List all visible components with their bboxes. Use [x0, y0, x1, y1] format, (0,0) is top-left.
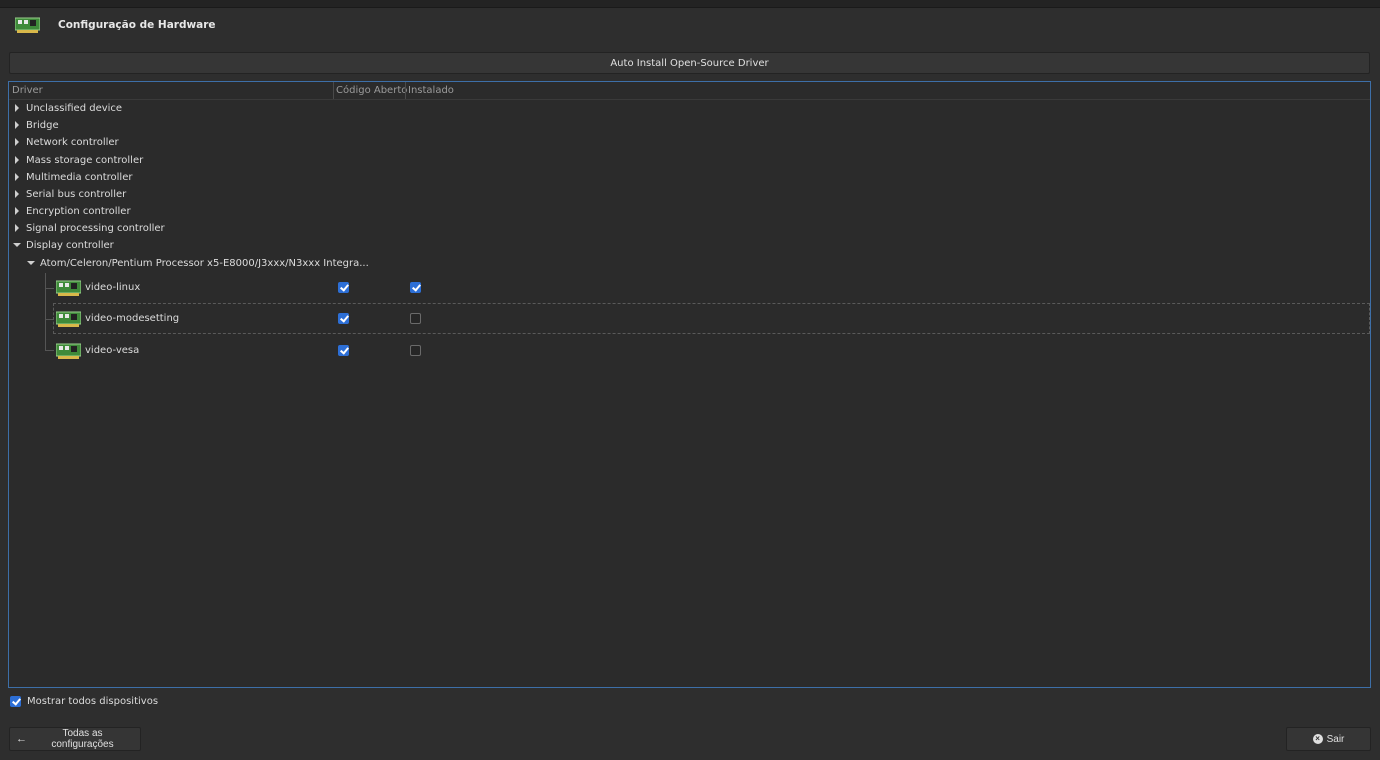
expand-arrow-icon[interactable]: [15, 104, 19, 112]
pci-card-icon: [56, 343, 81, 359]
expand-arrow-icon[interactable]: [15, 173, 19, 181]
category-label: Display controller: [26, 240, 114, 251]
close-circle-icon: ×: [1312, 734, 1323, 744]
pci-card-icon: [56, 311, 81, 327]
tree-row-display-controller[interactable]: Display controller: [9, 237, 1370, 254]
quit-button[interactable]: × Sair: [1286, 727, 1371, 751]
tree-row-mass-storage-controller[interactable]: Mass storage controller: [9, 152, 1370, 169]
tree-row-network-controller[interactable]: Network controller: [9, 134, 1370, 151]
expand-arrow-icon[interactable]: [15, 121, 19, 129]
arrow-left-icon: ←: [16, 733, 27, 745]
tree-row-unclassified-device[interactable]: Unclassified device: [9, 100, 1370, 117]
category-label: Multimedia controller: [26, 172, 133, 183]
category-label: Encryption controller: [26, 206, 131, 217]
page-title: Configuração de Hardware: [58, 19, 216, 31]
driver-name: video-modesetting: [85, 313, 180, 324]
tree-row-serial-bus-controller[interactable]: Serial bus controller: [9, 186, 1370, 203]
driver-row-video-modesetting[interactable]: video-modesetting: [53, 303, 1370, 334]
open-source-checkbox[interactable]: [338, 313, 349, 324]
driver-name: video-vesa: [85, 345, 140, 356]
category-label: Mass storage controller: [26, 155, 144, 166]
pci-card-icon: [15, 17, 40, 33]
all-settings-label: Todas as configurações: [51, 728, 114, 750]
driver-name: video-linux: [85, 282, 141, 293]
category-label: Network controller: [26, 137, 119, 148]
category-label: Unclassified device: [26, 103, 123, 114]
installed-checkbox[interactable]: [410, 313, 421, 324]
tree-header: Driver Código Aberto Instalado: [9, 82, 1370, 100]
driver-row-video-linux[interactable]: video-linux: [9, 272, 1370, 303]
header: Configuração de Hardware: [0, 8, 1380, 44]
show-all-devices-label[interactable]: Mostrar todos dispositivos: [27, 695, 158, 709]
collapse-arrow-icon[interactable]: [27, 261, 35, 265]
open-source-checkbox[interactable]: [338, 345, 349, 356]
pci-card-icon: [56, 280, 81, 296]
column-header-driver[interactable]: Driver: [12, 82, 43, 99]
expand-arrow-icon[interactable]: [15, 190, 19, 198]
tree-row-multimedia-controller[interactable]: Multimedia controller: [9, 169, 1370, 186]
installed-checkbox[interactable]: [410, 282, 421, 293]
driver-tree[interactable]: Driver Código Aberto Instalado Unclassif…: [8, 81, 1371, 688]
quit-label: Sair: [1326, 733, 1345, 745]
column-header-installed[interactable]: Instalado: [405, 82, 454, 99]
expand-arrow-icon[interactable]: [15, 207, 19, 215]
category-label: Bridge: [26, 120, 59, 131]
tree-row-device[interactable]: Atom/Celeron/Pentium Processor x5-E8000/…: [9, 255, 1370, 272]
window-titlebar: [0, 0, 1380, 8]
expand-arrow-icon[interactable]: [15, 138, 19, 146]
tree-row-signal-processing-controller[interactable]: Signal processing controller: [9, 220, 1370, 237]
category-label: Serial bus controller: [26, 189, 127, 200]
tree-row-bridge[interactable]: Bridge: [9, 117, 1370, 134]
installed-checkbox[interactable]: [410, 345, 421, 356]
device-label: Atom/Celeron/Pentium Processor x5-E8000/…: [40, 258, 369, 269]
category-label: Signal processing controller: [26, 223, 165, 234]
tree-row-encryption-controller[interactable]: Encryption controller: [9, 203, 1370, 220]
collapse-arrow-icon[interactable]: [13, 243, 21, 247]
auto-install-button[interactable]: Auto Install Open-Source Driver: [9, 52, 1370, 74]
driver-row-video-vesa[interactable]: video-vesa: [9, 335, 1370, 366]
column-header-open-source[interactable]: Código Aberto: [333, 82, 407, 99]
all-settings-button[interactable]: ← Todas as configurações: [9, 727, 141, 751]
open-source-checkbox[interactable]: [338, 282, 349, 293]
expand-arrow-icon[interactable]: [15, 224, 19, 232]
expand-arrow-icon[interactable]: [15, 156, 19, 164]
show-all-devices-checkbox[interactable]: [10, 696, 21, 707]
